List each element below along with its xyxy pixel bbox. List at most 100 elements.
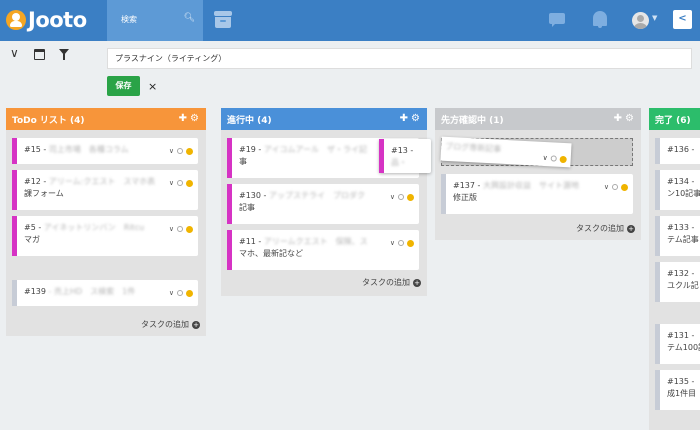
- task-indicators: ∨: [169, 146, 193, 157]
- task-id: #139: [24, 287, 46, 296]
- add-task-button[interactable]: タスクの追加 +: [576, 223, 635, 234]
- task-text-line2: マガ: [24, 235, 40, 244]
- task-card[interactable]: #133 - テム記事: [655, 216, 700, 256]
- add-task-label: タスクの追加: [362, 278, 410, 287]
- chevron-down-icon[interactable]: ∨: [169, 224, 174, 235]
- task-text-line2: ユクル記: [667, 281, 699, 290]
- save-button[interactable]: 保存: [107, 76, 140, 96]
- task-text-line2: テム100記: [667, 343, 700, 352]
- gear-icon[interactable]: ⚙: [625, 113, 637, 124]
- task-id: #19 -: [239, 145, 262, 154]
- task-card[interactable]: #130 - アップステライ プロダク 記事 ∨: [227, 184, 419, 224]
- task-card[interactable]: #135 - 成1件目: [655, 370, 700, 410]
- task-card[interactable]: #137 - 大興設計収益 サイト源地 修正版 ∨: [441, 174, 633, 214]
- archive-icon[interactable]: [214, 11, 232, 28]
- status-ring-icon[interactable]: [177, 226, 183, 233]
- chevron-down-icon[interactable]: ∨: [169, 288, 174, 299]
- status-ring-icon[interactable]: [398, 240, 404, 247]
- add-task-button[interactable]: タスクの追加 +: [141, 319, 200, 330]
- priority-dot-icon: [186, 179, 193, 187]
- column-controls: ✚⚙: [400, 113, 423, 124]
- task-id: #133 -: [667, 223, 695, 232]
- chevron-down-icon[interactable]: ∨: [169, 146, 174, 157]
- task-text: アリームクエスト 保険、ス: [263, 237, 368, 246]
- dragging-task-card[interactable]: #13 - 品・: [379, 139, 431, 173]
- task-text-line2: 記事: [239, 203, 255, 212]
- status-ring-icon[interactable]: [612, 184, 618, 191]
- task-indicators: ∨: [390, 192, 414, 203]
- task-card[interactable]: #136 -: [655, 138, 700, 164]
- column-header: 先方確認中 (1) ✚⚙: [435, 108, 641, 130]
- filter-icon[interactable]: [59, 49, 69, 60]
- collapse-panel-button[interactable]: <: [673, 10, 692, 29]
- add-plus-icon: +: [413, 279, 421, 287]
- gear-icon[interactable]: ⚙: [190, 113, 202, 124]
- avatar-dropdown-caret-icon[interactable]: ▼: [652, 14, 657, 22]
- chat-icon[interactable]: [549, 13, 565, 27]
- status-ring-icon[interactable]: [550, 155, 557, 162]
- column-title: 先方確認中 (1): [441, 116, 504, 126]
- column-footer: タスクの追加 +: [6, 316, 206, 336]
- add-task-label: タスクの追加: [141, 320, 189, 329]
- task-text-line2: ン10記事: [667, 189, 700, 198]
- task-text: アリーム:クエスト スマホ表: [48, 177, 156, 186]
- task-text-line2: テム記事: [667, 235, 699, 244]
- chevron-down-icon[interactable]: ∨: [169, 178, 174, 189]
- add-task-icon[interactable]: ✚: [614, 113, 625, 124]
- task-card[interactable]: #139 - 売上HD ス検索 1件 ∨: [12, 280, 198, 306]
- column-controls: ✚⚙: [179, 113, 202, 124]
- task-id: #5 -: [24, 223, 42, 232]
- task-card[interactable]: #131 - テム100記: [655, 324, 700, 364]
- add-plus-icon: +: [192, 321, 200, 329]
- task-id: #13 -: [391, 146, 414, 155]
- chevron-down-icon[interactable]: ∨: [390, 192, 395, 203]
- top-navigation-bar: Jooto 検索 🔍︎ ▼ <: [0, 0, 700, 41]
- task-card[interactable]: #15 - 司上市場 各種コラム ∨: [12, 138, 198, 164]
- status-ring-icon[interactable]: [177, 290, 183, 297]
- jooto-logo[interactable]: Jooto: [6, 8, 87, 32]
- column-body: ブログ専新記事 ∨ #137 - 大興設計収益 サイト源地 修正版 ∨: [435, 130, 641, 220]
- task-card[interactable]: #12 - アリーム:クエスト スマホ表 課フォーム ∨: [12, 170, 198, 210]
- chevron-down-icon[interactable]: ∨: [390, 238, 395, 249]
- task-card[interactable]: #134 - ン10記事: [655, 170, 700, 210]
- status-ring-icon[interactable]: [398, 194, 404, 201]
- chevron-down-icon[interactable]: ∨: [542, 154, 548, 162]
- task-text: アップステライ プロダク: [268, 191, 365, 200]
- task-text: アイネットリンバン Ritcu: [43, 223, 145, 232]
- list-column-todo: ToDo リスト (4) ✚⚙ #15 - 司上市場 各種コラム ∨ #12 -…: [6, 108, 206, 336]
- calendar-icon[interactable]: [34, 49, 45, 60]
- task-id: #132 -: [667, 269, 695, 278]
- list-column-awaiting-confirmation: 先方確認中 (1) ✚⚙ ブログ専新記事 ∨ #137 - 大興設計収益 サイト…: [435, 108, 641, 240]
- column-title: 進行中 (4): [227, 116, 272, 126]
- task-id: #137 -: [453, 181, 481, 190]
- add-task-button[interactable]: タスクの追加 +: [362, 277, 421, 288]
- search-box[interactable]: 検索 🔍︎: [107, 0, 203, 41]
- column-title: 完了 (6): [655, 116, 691, 126]
- task-indicators: ∨: [604, 182, 628, 193]
- task-text: 品・: [391, 158, 407, 167]
- column-title: ToDo リスト (4): [12, 116, 85, 126]
- task-card[interactable]: #11 - アリームクエスト 保険、ス マホ、最新記など ∨: [227, 230, 419, 270]
- status-ring-icon[interactable]: [177, 148, 183, 155]
- priority-dot-icon: [186, 225, 193, 233]
- chevron-down-icon[interactable]: ∨: [604, 182, 609, 193]
- task-indicators: ∨: [390, 238, 414, 249]
- add-task-icon[interactable]: ✚: [400, 113, 411, 124]
- task-text: 司上市場 各種コラム: [48, 145, 129, 154]
- column-footer: タスクの追加 +: [221, 274, 427, 296]
- status-ring-icon[interactable]: [177, 180, 183, 187]
- task-card[interactable]: #5 - アイネットリンバン Ritcu マガ ∨: [12, 216, 198, 256]
- add-task-icon[interactable]: ✚: [179, 113, 190, 124]
- gear-icon[interactable]: ⚙: [411, 113, 423, 124]
- task-text-line2: 課フォーム: [24, 189, 64, 198]
- chevron-down-icon[interactable]: ∨: [10, 46, 19, 60]
- notification-bell-icon[interactable]: [593, 11, 607, 28]
- task-indicators: ∨: [169, 288, 193, 299]
- list-column-in-progress: 進行中 (4) ✚⚙ #19 - アイコムアール ザ・ライ記 事 #130 - …: [221, 108, 427, 296]
- cancel-icon[interactable]: ×: [148, 80, 157, 93]
- priority-dot-icon: [186, 289, 193, 297]
- project-title-input[interactable]: プラスナイン（ライティング）: [107, 48, 692, 69]
- priority-dot-icon: [621, 183, 628, 191]
- task-card[interactable]: #132 - ユクル記: [655, 262, 700, 302]
- user-avatar[interactable]: [632, 12, 649, 29]
